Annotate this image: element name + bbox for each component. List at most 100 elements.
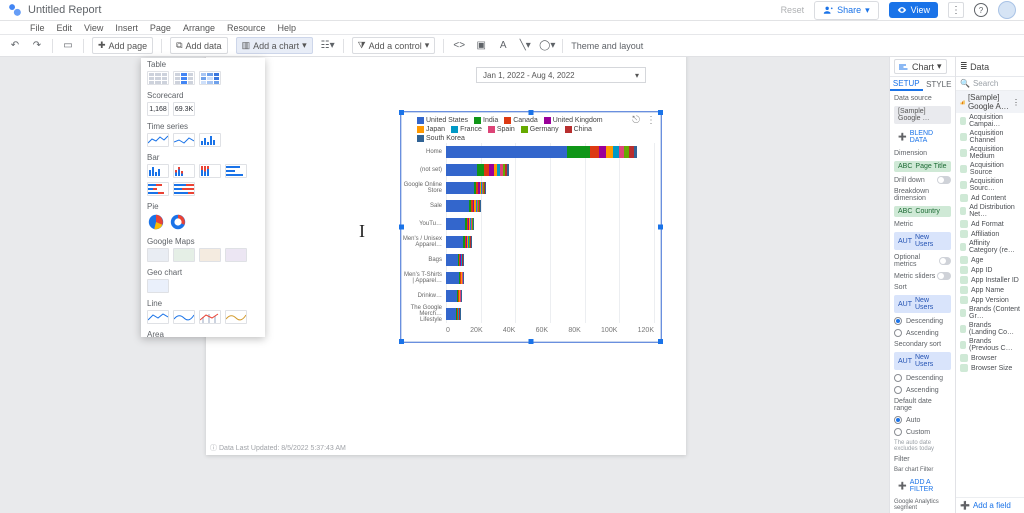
tab-style[interactable]: STYLE [923, 77, 956, 91]
sort-desc-radio[interactable]: Descending [894, 317, 951, 325]
menu-resource[interactable]: Resource [227, 23, 266, 33]
field-item[interactable]: Brands (Landing Co… [956, 321, 1024, 337]
menu-view[interactable]: View [84, 23, 103, 33]
text-button[interactable]: A [496, 39, 510, 53]
menu-arrange[interactable]: Arrange [183, 23, 215, 33]
chart-type-smooth-line[interactable] [173, 310, 195, 324]
date-range-control[interactable]: Jan 1, 2022 - Aug 4, 2022 ▾ [476, 67, 646, 83]
selection-tool[interactable]: ▭ [61, 39, 75, 53]
bar-chart-component[interactable]: ⎋ ⋮ United StatesIndiaCanadaUnited Kingd… [401, 112, 661, 342]
more-vert-icon[interactable]: ⋮ [1012, 98, 1020, 107]
field-item[interactable]: Acquisition Medium [956, 145, 1024, 161]
chart-type-donut[interactable] [169, 213, 187, 231]
field-item[interactable]: Browser [956, 353, 1024, 363]
date-auto-radio[interactable]: Auto [894, 416, 951, 424]
menu-file[interactable]: File [30, 23, 45, 33]
add-control-button[interactable]: ⧩ Add a control ▾ [352, 37, 436, 54]
field-item[interactable]: App Name [956, 285, 1024, 295]
data-source-header[interactable]: [Sample] Google A… ⋮ [956, 91, 1024, 113]
data-source-chip[interactable]: [Sample] Google … [894, 106, 951, 124]
account-avatar[interactable] [998, 1, 1016, 19]
field-item[interactable]: Acquisition Sourc… [956, 177, 1024, 193]
chart-type-line-map[interactable] [225, 248, 247, 262]
resize-handle[interactable] [529, 339, 534, 344]
help-button[interactable]: ? [974, 3, 988, 17]
field-item[interactable]: Affiliation [956, 229, 1024, 239]
chart-type-pie[interactable] [147, 213, 165, 231]
report-title[interactable]: Untitled Report [28, 4, 101, 16]
chart-type-picker[interactable]: Table Scorecard 1,168 69.3K Time series … [141, 58, 265, 337]
field-item[interactable]: Acquisition Campai… [956, 113, 1024, 129]
chart-type-scorecard-compact[interactable]: 69.3K [173, 102, 195, 116]
chart-type-sparkline[interactable] [173, 133, 195, 147]
share-button[interactable]: Share ▾ [814, 1, 879, 20]
add-chart-button[interactable]: ▥ Add a chart ▾ [236, 37, 313, 54]
shape-button[interactable]: ◯▾ [540, 39, 554, 53]
sec-sort-desc-radio[interactable]: Descending [894, 374, 951, 382]
field-item[interactable]: Ad Format [956, 219, 1024, 229]
redo-button[interactable]: ↷ [30, 39, 44, 53]
chart-type-heat-map[interactable] [199, 248, 221, 262]
field-item[interactable]: Brands (Content Gr… [956, 305, 1024, 321]
dimension-chip[interactable]: ABCPage Title [894, 161, 951, 172]
add-page-button[interactable]: ✚ Add page [92, 37, 153, 54]
toggle-drill-down[interactable] [937, 176, 951, 184]
chart-type-column[interactable] [147, 164, 169, 178]
resize-handle[interactable] [399, 110, 404, 115]
chart-more-icon[interactable]: ⋮ [646, 115, 656, 126]
reset-link[interactable]: Reset [781, 5, 805, 15]
metric-chip[interactable]: AUTNew Users [894, 232, 951, 250]
menu-help[interactable]: Help [278, 23, 297, 33]
more-options-button[interactable]: ⋮ [948, 2, 964, 18]
chart-settings-icon[interactable]: ⎋ [632, 115, 640, 126]
field-item[interactable]: Ad Distribution Net… [956, 203, 1024, 219]
breakdown-chip[interactable]: ABCCountry [894, 206, 951, 217]
chart-type-table[interactable] [147, 71, 169, 85]
chart-type-scorecard[interactable]: 1,168 [147, 102, 169, 116]
chart-type-smooth-combo[interactable] [225, 310, 247, 324]
field-item[interactable]: App Installer ID [956, 275, 1024, 285]
chart-type-bubble-map[interactable] [147, 248, 169, 262]
chart-type-line[interactable] [147, 310, 169, 324]
chart-type-spark-bars[interactable] [199, 133, 221, 147]
resize-handle[interactable] [399, 339, 404, 344]
chart-type-table-heat[interactable] [199, 71, 221, 85]
field-item[interactable]: Acquisition Source [956, 161, 1024, 177]
menu-edit[interactable]: Edit [57, 23, 73, 33]
chart-type-bar-100[interactable] [173, 182, 195, 196]
report-page[interactable]: Jan 1, 2022 - Aug 4, 2022 ▾ ⎋ ⋮ United S… [206, 37, 686, 455]
resize-handle[interactable] [658, 110, 663, 115]
canvas-area[interactable]: Jan 1, 2022 - Aug 4, 2022 ▾ ⎋ ⋮ United S… [0, 57, 1024, 513]
chart-type-column-100[interactable] [199, 164, 221, 178]
field-item[interactable]: Browser Size [956, 363, 1024, 373]
chart-type-geo[interactable] [147, 279, 169, 293]
sort-asc-radio[interactable]: Ascending [894, 329, 951, 337]
chart-type-bar[interactable] [225, 164, 247, 178]
field-search[interactable]: 🔍 Search [956, 77, 1024, 91]
add-filter-link[interactable]: ➕ADD A FILTER [894, 477, 951, 495]
blend-data-link[interactable]: ➕BLEND DATA [894, 128, 951, 146]
menu-page[interactable]: Page [150, 23, 171, 33]
resize-handle[interactable] [658, 225, 663, 230]
chart-type-timeseries[interactable] [147, 133, 169, 147]
chart-type-column-stacked[interactable] [173, 164, 195, 178]
toggle-optional-metrics[interactable] [939, 257, 951, 265]
tab-setup[interactable]: SETUP [890, 77, 923, 91]
image-button[interactable]: ▣ [474, 39, 488, 53]
sort-chip[interactable]: AUTNew Users [894, 295, 951, 313]
chart-type-selector[interactable]: Chart ▾ [894, 59, 947, 74]
url-embed-button[interactable]: <> [452, 39, 466, 53]
chart-type-filled-map[interactable] [173, 248, 195, 262]
undo-button[interactable]: ↶ [8, 39, 22, 53]
sec-sort-asc-radio[interactable]: Ascending [894, 386, 951, 394]
theme-layout-button[interactable]: Theme and layout [571, 41, 643, 51]
field-item[interactable]: App ID [956, 265, 1024, 275]
resize-handle[interactable] [529, 110, 534, 115]
toggle-metric-sliders[interactable] [937, 272, 951, 280]
field-item[interactable]: App Version [956, 295, 1024, 305]
field-item[interactable]: Acquisition Channel [956, 129, 1024, 145]
field-item[interactable]: Affinity Category (re… [956, 239, 1024, 255]
line-button[interactable]: ╲▾ [518, 39, 532, 53]
field-item[interactable]: Age [956, 255, 1024, 265]
community-viz-button[interactable]: ☷▾ [321, 39, 335, 53]
